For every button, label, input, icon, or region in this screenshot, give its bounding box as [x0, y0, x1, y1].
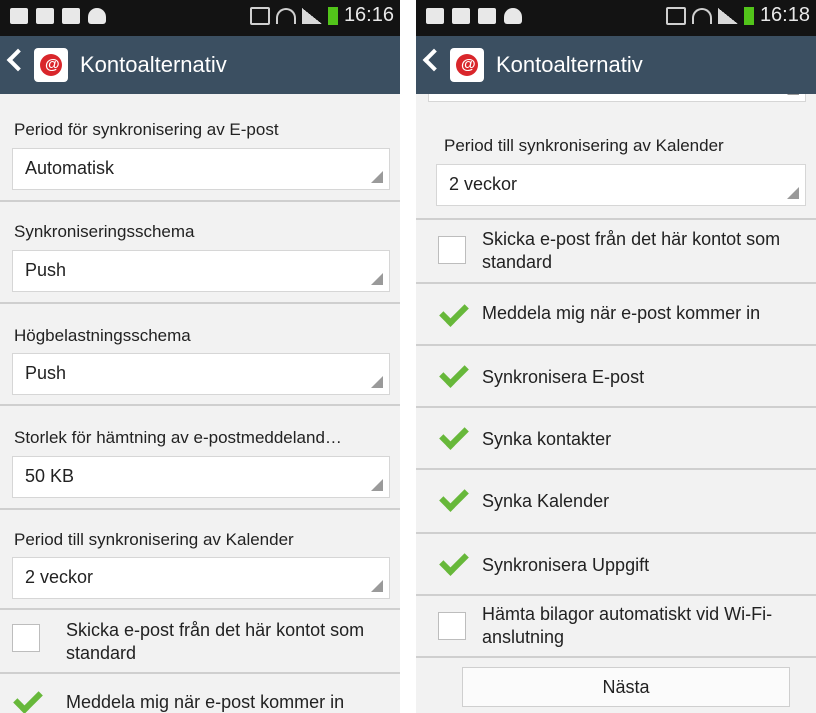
dropdown-corner-icon: [371, 171, 383, 183]
sync-contacts-label: Synka kontakter: [482, 429, 612, 449]
calendar-sync-period-label: Period till synkronisering av Kalender: [444, 136, 724, 155]
screenshot-icon: [10, 8, 28, 24]
divider: [416, 594, 816, 596]
back-arrow-icon[interactable]: [6, 48, 30, 72]
action-bar: @ Kontoalternativ: [416, 36, 816, 94]
notify-label: Meddela mig när e-post kommer in: [66, 692, 345, 712]
divider: [0, 608, 400, 610]
notify-checkbox-checked[interactable]: [12, 686, 42, 713]
divider: [416, 656, 816, 658]
wifi-attachments-label: Hämta bilagor automatiskt vid Wi-Fi-ansl…: [482, 604, 773, 647]
cloud-icon: [504, 8, 522, 24]
email-notification-icon: [62, 8, 80, 24]
sync-period-email-label: Period för synkronisering av E-post: [14, 120, 279, 139]
spinner-value: Push: [25, 363, 67, 383]
signal-icon: [717, 7, 738, 24]
divider: [416, 406, 816, 408]
divider: [416, 532, 816, 534]
dropdown-corner-icon: [371, 479, 383, 491]
right-screen: 16:18 @ Kontoalternativ Period till synk…: [416, 0, 816, 713]
dropdown-corner-icon: [787, 187, 799, 199]
screenshot-icon: [426, 8, 444, 24]
divider: [416, 282, 816, 284]
mute-icon: [665, 6, 686, 25]
calendar-sync-period-spinner[interactable]: 2 veckor: [12, 557, 390, 599]
divider: [0, 672, 400, 674]
status-time: 16:16: [343, 4, 394, 26]
retrieve-size-label: Storlek för hämtning av e-postmeddeland…: [14, 428, 342, 447]
spinner-value: Automatisk: [25, 158, 115, 178]
page-title: Kontoalternativ: [496, 52, 643, 77]
settings-list[interactable]: Period till synkronisering av Kalender 2…: [416, 94, 816, 713]
divider: [416, 468, 816, 470]
divider: [0, 302, 400, 304]
scrolled-spinner[interactable]: [428, 94, 806, 102]
peak-schedule-spinner[interactable]: Push: [12, 353, 390, 395]
left-screen: 16:16 @ Kontoalternativ Period för synkr…: [0, 0, 400, 713]
spinner-value: 2 veckor: [449, 174, 518, 194]
default-account-label: Skicka e-post från det här kontot som st…: [482, 229, 781, 272]
sync-calendar-checkbox-checked[interactable]: [438, 484, 468, 514]
wifi-attachments-checkbox[interactable]: [438, 612, 466, 640]
sync-tasks-checkbox-checked[interactable]: [438, 548, 468, 578]
wifi-icon: [275, 7, 296, 24]
peak-schedule-label: Högbelastningsschema: [14, 326, 191, 345]
cloud-icon: [88, 8, 106, 24]
dropdown-corner-icon: [787, 94, 799, 95]
divider: [0, 200, 400, 202]
notify-checkbox-checked[interactable]: [438, 299, 468, 329]
calendar-sync-period-label: Period till synkronisering av Kalender: [14, 530, 294, 549]
sync-email-label: Synkronisera E-post: [482, 367, 645, 387]
battery-icon: [327, 6, 338, 25]
settings-list[interactable]: Period för synkronisering av E-post Auto…: [0, 94, 400, 713]
sync-contacts-checkbox-checked[interactable]: [438, 422, 468, 452]
action-bar: @ Kontoalternativ: [0, 36, 400, 94]
signal-icon: [301, 7, 322, 24]
dropdown-corner-icon: [371, 376, 383, 388]
sync-calendar-label: Synka Kalender: [482, 491, 610, 511]
status-bar: 16:16: [0, 0, 400, 36]
divider: [416, 344, 816, 346]
back-arrow-icon[interactable]: [422, 48, 446, 72]
next-button[interactable]: Nästa: [462, 667, 790, 707]
sync-tasks-label: Synkronisera Uppgift: [482, 555, 650, 575]
notify-label: Meddela mig när e-post kommer in: [482, 303, 761, 323]
mute-icon: [249, 6, 270, 25]
battery-icon: [743, 6, 754, 25]
divider: [416, 218, 816, 220]
email-app-icon[interactable]: @: [34, 48, 68, 82]
spinner-value: Push: [25, 260, 67, 280]
divider: [0, 508, 400, 510]
dropdown-corner-icon: [371, 580, 383, 592]
email-notification-icon: [478, 8, 496, 24]
status-time: 16:18: [759, 4, 810, 26]
sync-schedule-spinner[interactable]: Push: [12, 250, 390, 292]
retrieve-size-spinner[interactable]: 50 KB: [12, 456, 390, 498]
spinner-value: 2 veckor: [25, 567, 94, 587]
status-bar: 16:18: [416, 0, 816, 36]
gallery-icon: [36, 8, 54, 24]
sync-period-email-spinner[interactable]: Automatisk: [12, 148, 390, 190]
wifi-icon: [691, 7, 712, 24]
sync-schedule-label: Synkroniseringsschema: [14, 222, 195, 241]
default-account-checkbox[interactable]: [12, 624, 40, 652]
dropdown-corner-icon: [371, 273, 383, 285]
gallery-icon: [452, 8, 470, 24]
sync-email-checkbox-checked[interactable]: [438, 360, 468, 390]
default-account-label: Skicka e-post från det här kontot som st…: [66, 620, 365, 663]
calendar-sync-period-spinner[interactable]: 2 veckor: [436, 164, 806, 206]
default-account-checkbox[interactable]: [438, 236, 466, 264]
divider: [0, 404, 400, 406]
page-title: Kontoalternativ: [80, 52, 227, 77]
email-app-icon[interactable]: @: [450, 48, 484, 82]
spinner-value: 50 KB: [25, 466, 75, 486]
